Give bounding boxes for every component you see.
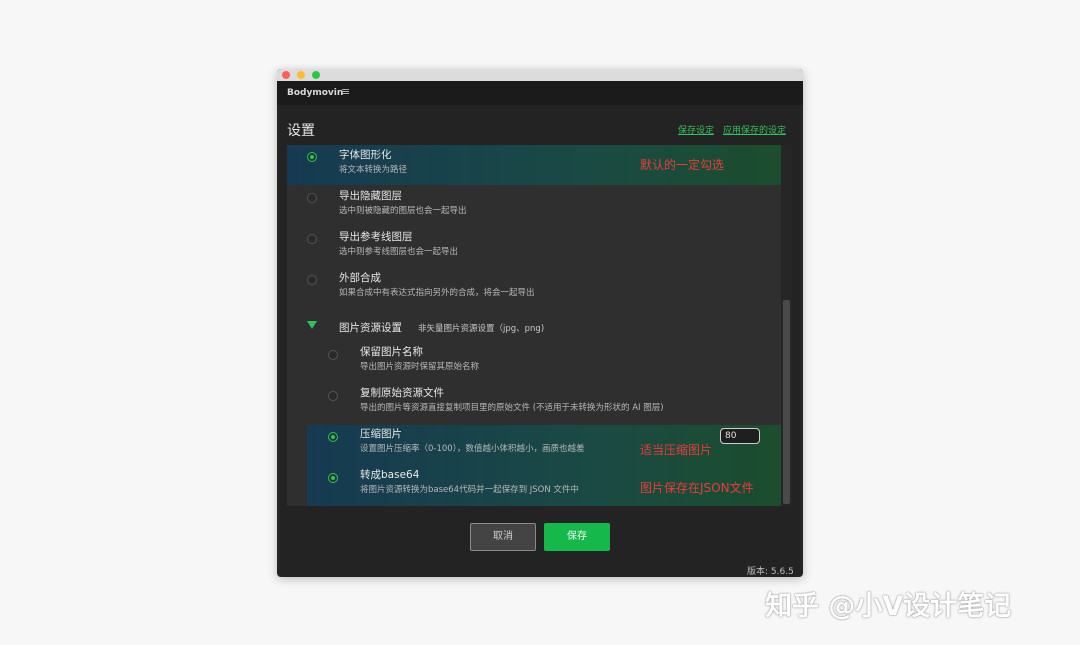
minimize-window-button[interactable] [297, 71, 305, 79]
bodymovin-window: Bodymovin ≡ 设置 保存设定 应用保存的设定 字体图形化 将文本转换为… [277, 69, 803, 577]
close-window-button[interactable] [282, 71, 290, 79]
expand-triangle-icon[interactable] [307, 321, 317, 329]
option-title: 字体图形化 [339, 149, 392, 161]
annotation-json: 图片保存在JSON文件 [640, 481, 754, 495]
keep-image-names-radio[interactable] [328, 350, 338, 360]
option-title: 导出隐藏图层 [339, 190, 402, 202]
window-titlebar[interactable] [277, 69, 803, 81]
option-desc: 将图片资源转换为base64代码并一起保存到 JSON 文件中 [360, 485, 579, 495]
option-title: 保留图片名称 [360, 346, 423, 358]
export-guide-layers-radio[interactable] [307, 234, 317, 244]
save-settings-link[interactable]: 保存设定 [678, 123, 714, 136]
apply-saved-settings-link[interactable]: 应用保存的设定 [723, 123, 786, 136]
external-compositions-radio[interactable] [307, 275, 317, 285]
compression-quality-input[interactable] [720, 428, 760, 444]
option-title: 复制原始资源文件 [360, 387, 444, 399]
annotation-default: 默认的一定勾选 [640, 158, 725, 172]
copy-original-assets-radio[interactable] [328, 391, 338, 401]
maximize-window-button[interactable] [312, 71, 320, 79]
settings-list: 字体图形化 将文本转换为路径 默认的一定勾选 导出隐藏图层 选中则被隐藏的图层也… [287, 145, 783, 506]
option-desc: 导出的图片等资源直接复制项目里的原始文件 (不适用于未转换为形状的 AI 图层) [360, 403, 664, 413]
option-desc: 导出图片资源时保留其原始名称 [360, 362, 480, 372]
option-desc: 选中则参考线图层也会一起导出 [339, 247, 459, 257]
section-title: 图片资源设置 [339, 322, 402, 334]
export-hidden-layers-radio[interactable] [307, 193, 317, 203]
hamburger-icon[interactable]: ≡ [341, 85, 350, 98]
cancel-button[interactable]: 取消 [470, 523, 536, 551]
scrollbar-thumb[interactable] [783, 300, 790, 504]
watermark: 知乎 @小V设计笔记 [765, 591, 1012, 622]
option-title: 外部合成 [339, 272, 381, 284]
annotation-compress: 适当压缩图片 [640, 443, 713, 457]
option-desc: 选中则被隐藏的图层也会一起导出 [339, 206, 467, 216]
option-title: 导出参考线图层 [339, 231, 413, 243]
option-desc: 将文本转换为路径 [339, 165, 408, 175]
section-subtitle: 非矢量图片资源设置（jpg、png) [418, 324, 545, 334]
option-title: 转成base64 [360, 469, 420, 481]
panel-name: Bodymovin [287, 88, 344, 98]
convert-base64-radio[interactable] [328, 473, 338, 483]
compress-images-radio[interactable] [328, 432, 338, 442]
panel-header: Bodymovin ≡ [277, 81, 803, 105]
text-to-shape-radio[interactable] [307, 152, 317, 162]
page-title: 设置 [287, 123, 315, 139]
save-button[interactable]: 保存 [544, 523, 610, 551]
scrollbar[interactable] [781, 145, 792, 506]
option-desc: 如果合成中有表达式指向另外的合成，将会一起导出 [339, 288, 535, 298]
option-desc: 设置图片压缩率（0-100），数值越小体积越小，画质也越差 [360, 444, 585, 454]
version-label: 版本: 5.6.5 [747, 567, 794, 577]
option-title: 压缩图片 [360, 428, 402, 440]
